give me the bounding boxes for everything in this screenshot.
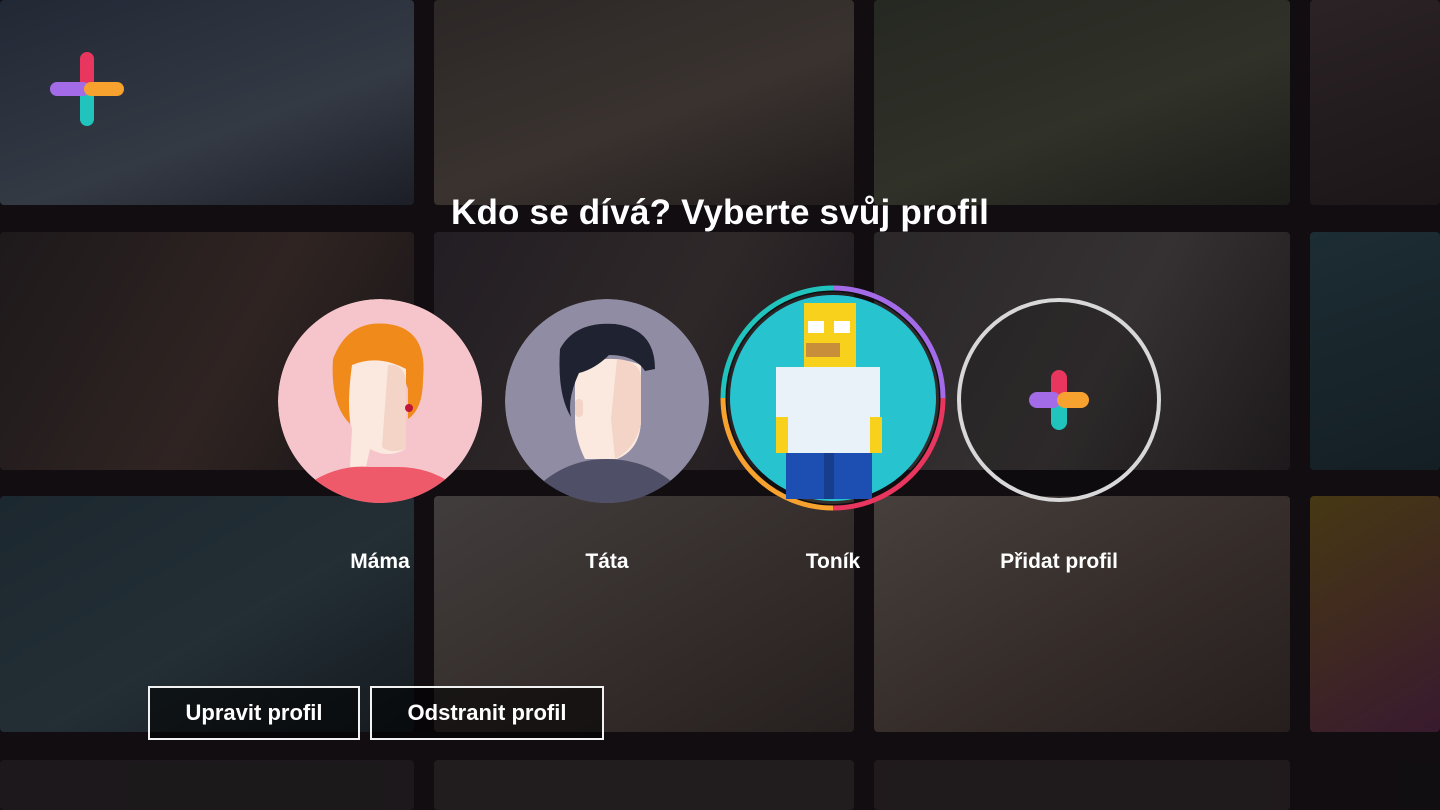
man-avatar-icon <box>505 299 709 503</box>
edit-profile-button[interactable]: Upravit profil <box>148 686 360 740</box>
delete-profile-button[interactable]: Odstranit profil <box>370 686 604 740</box>
profile-name-add: Přidat profil <box>1000 550 1118 573</box>
page-title: Kdo se dívá? Vyberte svůj profil <box>450 193 989 232</box>
pixel-character-avatar-icon <box>720 285 946 511</box>
profile-name-tonik: Toník <box>805 550 861 573</box>
profile-name-mama: Máma <box>350 550 410 573</box>
add-plus-icon <box>957 298 1161 502</box>
brand-plus-logo-icon <box>50 52 124 126</box>
woman-avatar-icon <box>278 299 482 503</box>
profile-name-tata: Táta <box>585 550 629 573</box>
